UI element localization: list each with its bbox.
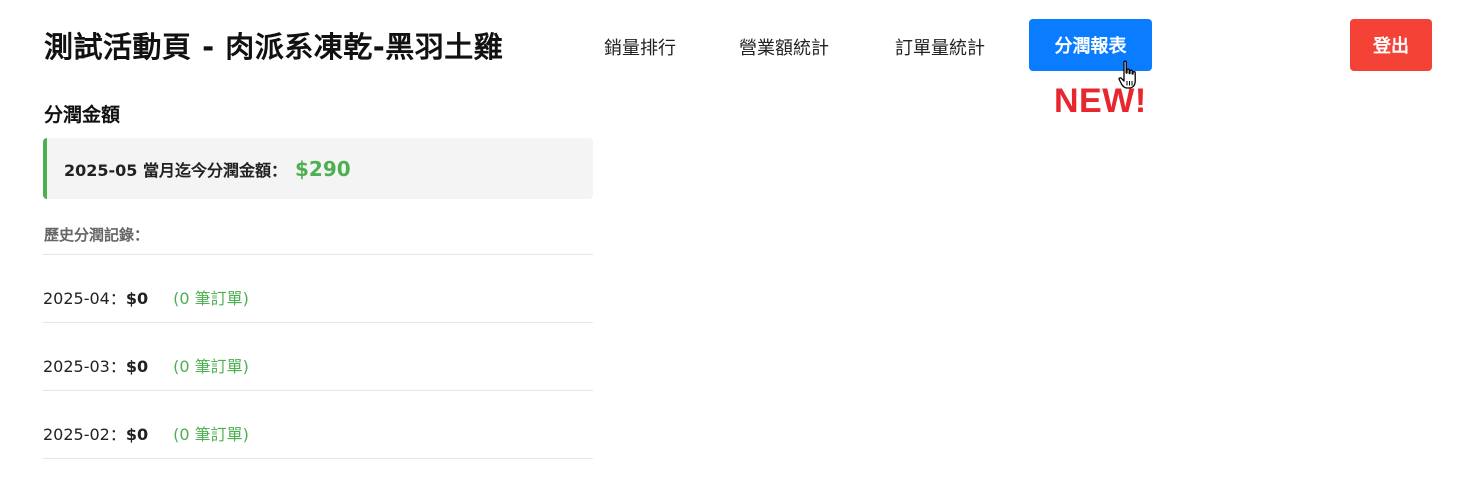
history-order-count: (0 筆訂單): [173, 357, 249, 376]
new-badge: NEW!: [1054, 82, 1147, 120]
history-title: 歷史分潤記錄：: [44, 226, 150, 244]
divider: [43, 322, 593, 323]
nav-order-stats[interactable]: 訂單量統計: [895, 34, 985, 60]
history-month: 2025-03：: [43, 357, 126, 376]
divider: [43, 458, 593, 459]
divider: [43, 390, 593, 391]
profit-section-title: 分潤金額: [44, 104, 121, 126]
history-amount: $0: [125, 425, 149, 444]
history-order-count: (0 筆訂單): [173, 425, 249, 444]
history-row: 2025-02： $0 (0 筆訂單): [43, 421, 249, 445]
current-profit-value: $290: [295, 156, 351, 181]
history-row: 2025-04： $0 (0 筆訂單): [43, 285, 249, 309]
history-order-count: (0 筆訂單): [173, 289, 249, 308]
history-amount: $0: [125, 289, 149, 308]
nav-sales-ranking[interactable]: 銷量排行: [604, 34, 676, 60]
current-profit-box: 2025-05 當月迄今分潤金額： $290: [43, 138, 593, 199]
divider: [43, 254, 593, 255]
history-month: 2025-04：: [43, 289, 126, 308]
current-profit-label: 2025-05 當月迄今分潤金額：: [64, 160, 288, 180]
top-header: 測試活動頁 - 肉派系凍乾-黑羽土雞 銷量排行 營業額統計 訂單量統計 分潤報表…: [0, 0, 1479, 120]
nav-revenue-stats[interactable]: 營業額統計: [739, 34, 829, 60]
history-row: 2025-03： $0 (0 筆訂單): [43, 353, 249, 377]
page-title: 測試活動頁 - 肉派系凍乾-黑羽土雞: [44, 30, 504, 64]
history-month: 2025-02：: [43, 425, 126, 444]
logout-button[interactable]: 登出: [1350, 19, 1432, 71]
history-amount: $0: [125, 357, 149, 376]
